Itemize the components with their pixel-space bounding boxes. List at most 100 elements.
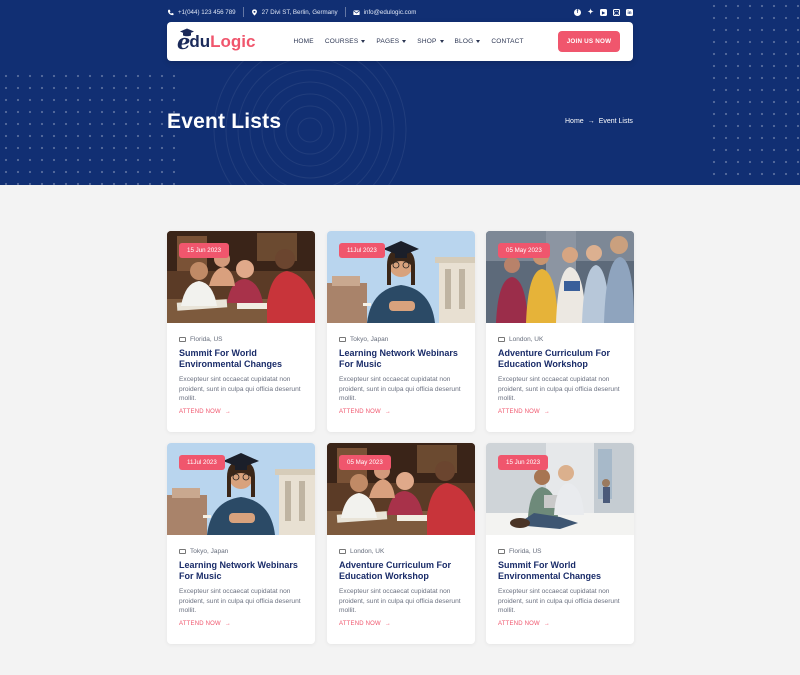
twitter-icon[interactable]: ✦	[587, 9, 594, 16]
attend-now-link[interactable]: ATTEND NOW →	[339, 621, 391, 627]
attend-now-link[interactable]: ATTEND NOW →	[179, 621, 231, 627]
event-title[interactable]: Learning Network Webinars For Music	[339, 348, 465, 370]
event-date-badge: 05 May 2023	[339, 455, 391, 470]
logo-text-accent: Logic	[210, 31, 256, 51]
arrow-right-icon: →	[543, 409, 551, 415]
event-location: Tokyo, Japan	[339, 336, 388, 343]
page-title: Event Lists	[167, 110, 282, 133]
event-card[interactable]: 05 May 2023 London, UK Adventure Curriculu…	[486, 231, 634, 432]
address-info: 27 Divi ST, Berlin, Germany	[251, 9, 338, 16]
attend-now-link[interactable]: ATTEND NOW →	[339, 409, 391, 415]
chevron-down-icon	[476, 40, 481, 43]
nav-contact[interactable]: CONTACT	[491, 38, 523, 45]
nav-home-label: HOME	[293, 38, 314, 45]
nav-blog-label: BLOG	[454, 38, 474, 45]
arrow-right-icon: →	[224, 409, 232, 415]
top-info-bar: +1(044) 123 456 789 27 Divi ST, Berlin, …	[167, 5, 633, 19]
attend-now-link[interactable]: ATTEND NOW →	[179, 409, 231, 415]
event-date-badge: 11Jul 2023	[179, 455, 225, 470]
map-pin-icon	[251, 8, 257, 16]
nav-contact-label: CONTACT	[491, 38, 524, 45]
attend-now-label: ATTEND NOW	[339, 409, 381, 415]
breadcrumb-home[interactable]: Home	[565, 118, 584, 125]
graduation-cap-icon	[180, 28, 194, 36]
location-icon	[339, 337, 346, 342]
attend-now-label: ATTEND NOW	[179, 409, 221, 415]
youtube-icon[interactable]: ▶	[600, 8, 607, 16]
breadcrumb: Home → Event Lists	[565, 118, 635, 125]
divider	[242, 7, 244, 17]
event-location: Florida, US	[498, 548, 542, 555]
attend-now-link[interactable]: ATTEND NOW →	[498, 621, 550, 627]
phone-info[interactable]: +1(044) 123 456 789	[167, 9, 236, 16]
email-text: info@edulogic.com	[363, 8, 417, 16]
event-card[interactable]: 05 May 2023 London, UK Adventure Curriculu…	[327, 443, 475, 644]
divider	[344, 7, 346, 17]
arrow-right-icon: →	[384, 409, 392, 415]
nav-menu: HOME COURSES PAGES SHOP BLOG CONTACT	[294, 38, 524, 45]
event-location-text: London, UK	[350, 548, 385, 555]
event-title[interactable]: Summit For World Environmental Changes	[179, 348, 305, 370]
event-date-badge: 11Jul 2023	[339, 243, 385, 258]
arrow-right-icon: →	[543, 621, 551, 627]
event-title[interactable]: Adventure Curriculum For Education Works…	[339, 560, 465, 582]
event-excerpt: Excepteur sint occaecat cupidatat non pr…	[498, 588, 620, 614]
breadcrumb-arrow-icon: →	[587, 118, 595, 125]
social-links: f ✦ ▶ ◯ in	[574, 8, 633, 16]
event-card[interactable]: 15 Jun 2023 Florida, US Summit For World E…	[167, 231, 315, 432]
address-text: 27 Divi ST, Berlin, Germany	[261, 8, 338, 16]
event-date-badge: 05 May 2023	[498, 243, 550, 258]
chevron-down-icon	[439, 40, 444, 43]
event-location: London, UK	[339, 548, 384, 555]
arrow-right-icon: →	[224, 621, 232, 627]
linkedin-icon[interactable]: in	[626, 8, 633, 16]
chevron-down-icon	[402, 40, 407, 43]
event-excerpt: Excepteur sint occaecat cupidatat non pr…	[339, 376, 461, 402]
main-navbar: e edu du Logic HOME COURSES PAGES SHOP B…	[167, 22, 633, 61]
event-card[interactable]: 11Jul 2023 Tokyo, Japan Learning Network W…	[327, 231, 475, 432]
attend-now-link[interactable]: ATTEND NOW →	[498, 409, 550, 415]
nav-courses-label: COURSES	[324, 38, 359, 45]
event-location-text: Tokyo, Japan	[350, 336, 389, 343]
breadcrumb-current: Event Lists	[598, 118, 633, 125]
nav-home[interactable]: HOME	[294, 38, 314, 45]
phone-icon	[167, 9, 174, 15]
attend-now-label: ATTEND NOW	[498, 409, 540, 415]
location-icon	[498, 549, 505, 554]
event-location-text: Florida, US	[190, 336, 223, 343]
location-icon	[339, 549, 346, 554]
event-title[interactable]: Adventure Curriculum For Education Works…	[498, 348, 624, 370]
event-excerpt: Excepteur sint occaecat cupidatat non pr…	[179, 588, 301, 614]
location-icon	[179, 549, 186, 554]
nav-blog[interactable]: BLOG	[455, 38, 481, 45]
event-date-badge: 15 Jun 2023	[179, 243, 230, 258]
location-icon	[179, 337, 186, 342]
instagram-icon[interactable]: ◯	[613, 8, 620, 16]
event-excerpt: Excepteur sint occaecat cupidatat non pr…	[179, 376, 301, 402]
email-info[interactable]: info@edulogic.com	[352, 8, 417, 16]
event-location-text: Tokyo, Japan	[190, 548, 229, 555]
event-location: Florida, US	[179, 336, 223, 343]
event-title[interactable]: Learning Network Webinars For Music	[179, 560, 305, 582]
nav-courses[interactable]: COURSES	[325, 38, 366, 45]
attend-now-label: ATTEND NOW	[339, 621, 381, 627]
attend-now-label: ATTEND NOW	[179, 621, 221, 627]
nav-pages-label: PAGES	[376, 38, 400, 45]
event-title[interactable]: Summit For World Environmental Changes	[498, 560, 624, 582]
mail-icon	[352, 9, 360, 15]
phone-text: +1(044) 123 456 789	[178, 8, 236, 16]
event-excerpt: Excepteur sint occaecat cupidatat non pr…	[498, 376, 620, 402]
location-icon	[498, 337, 505, 342]
site-logo[interactable]: e edu du Logic	[177, 28, 256, 55]
event-location: Tokyo, Japan	[179, 548, 228, 555]
nav-pages[interactable]: PAGES	[376, 38, 407, 45]
arrow-right-icon: →	[384, 621, 392, 627]
facebook-icon[interactable]: f	[574, 8, 581, 16]
nav-shop[interactable]: SHOP	[417, 38, 444, 45]
event-card[interactable]: 11Jul 2023 Tokyo, Japan Learning Network W…	[167, 443, 315, 644]
event-location-text: London, UK	[509, 336, 544, 343]
event-excerpt: Excepteur sint occaecat cupidatat non pr…	[339, 588, 461, 614]
event-card[interactable]: 15 Jun 2023 Florida, US Summit For World E…	[486, 443, 634, 644]
page-hero: +1(044) 123 456 789 27 Divi ST, Berlin, …	[0, 0, 800, 185]
join-us-button[interactable]: JOIN US NOW	[558, 31, 620, 52]
